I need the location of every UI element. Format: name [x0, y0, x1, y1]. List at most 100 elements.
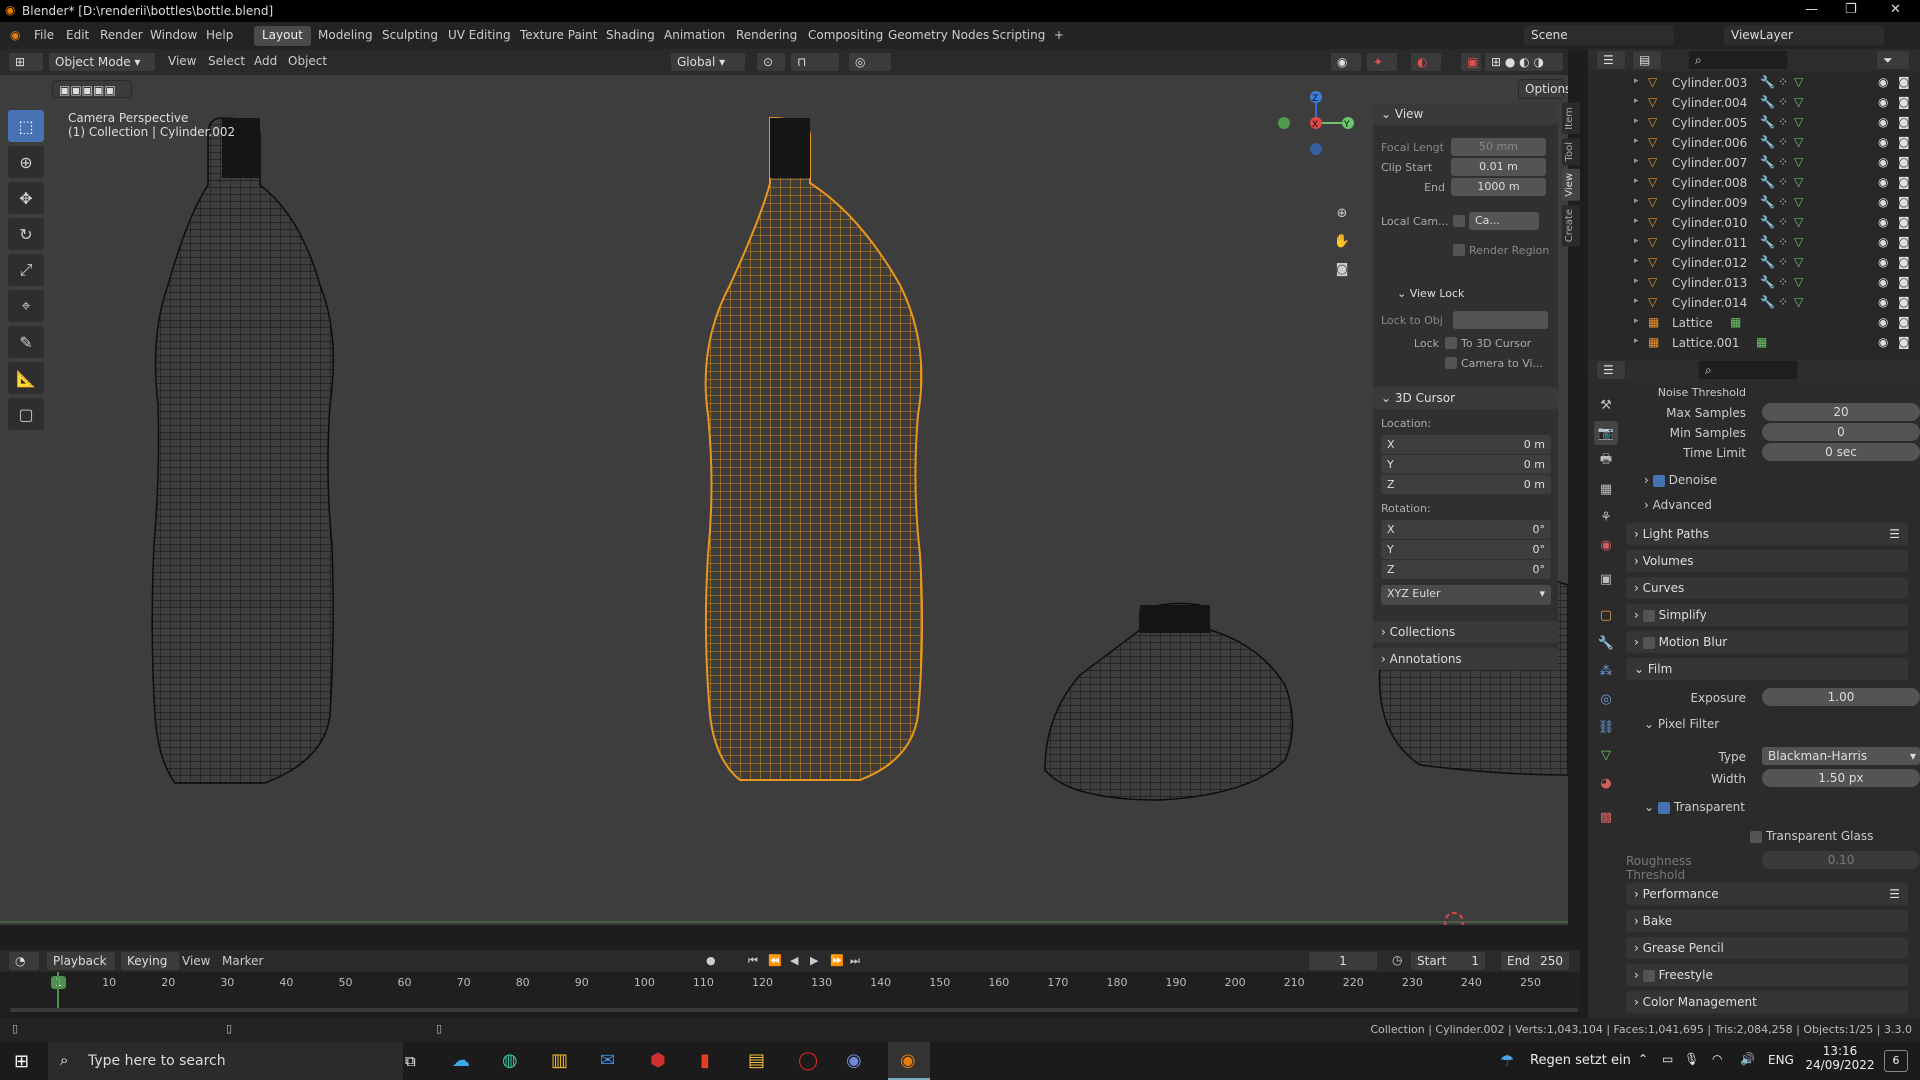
menu-help[interactable]: Help [206, 28, 233, 42]
outliner-item-label[interactable]: Cylinder.013 [1672, 276, 1747, 290]
render-camera-icon[interactable]: ◙ [1898, 335, 1910, 349]
rotate-tool-icon[interactable]: ↻ [8, 218, 44, 250]
group-icon[interactable]: ⁘ [1778, 115, 1788, 129]
outliner-item-label[interactable]: Cylinder.014 [1672, 296, 1747, 310]
properties-search-icon[interactable]: ⌕ [1698, 360, 1798, 380]
current-frame-field[interactable]: 1 [1308, 951, 1378, 971]
modifier-wrench-icon[interactable]: 🔧 [1760, 235, 1775, 249]
collections-panel-header[interactable]: › Collections [1373, 621, 1558, 643]
network-icon[interactable]: ▭ [1662, 1052, 1673, 1066]
3d-viewport[interactable]: Z Y X Camera Perspective (1) Collection … [0, 75, 1568, 925]
jump-start-icon[interactable]: ⏮ [748, 954, 758, 968]
menu-window[interactable]: Window [150, 28, 197, 42]
tab-shading[interactable]: Shading [598, 26, 663, 46]
scene-props-icon[interactable]: ⚘ [1594, 505, 1618, 529]
render-camera-icon[interactable]: ◙ [1898, 215, 1910, 229]
annotate-tool-icon[interactable]: ✎ [8, 326, 44, 358]
tab-layout[interactable]: Layout [254, 26, 311, 46]
tab-texture-paint[interactable]: Texture Paint [512, 26, 605, 46]
transform-orientation-selector[interactable]: Global ▾ [670, 52, 746, 72]
render-props-icon[interactable]: 📷 [1594, 421, 1618, 445]
editor-type-icon[interactable]: ⊞ [8, 52, 44, 72]
tray-chevron-icon[interactable]: ⌃ [1638, 1052, 1648, 1066]
visibility-eye-icon[interactable]: ◉ [1878, 215, 1888, 229]
loc-z-field[interactable]: 0 m [1524, 478, 1545, 491]
maximize-icon[interactable]: ❐ [1845, 2, 1857, 17]
timeline[interactable]: 1102030405060708090100110120130140150160… [0, 972, 1580, 1012]
tab-item[interactable]: Item [1562, 103, 1580, 134]
prev-key-icon[interactable]: ⏪ [768, 954, 782, 967]
group-icon[interactable]: ⁘ [1778, 255, 1788, 269]
play-reverse-icon[interactable]: ◀ [790, 954, 798, 967]
scene-selector[interactable]: Scene [1524, 25, 1674, 45]
group-icon[interactable]: ⁘ [1778, 135, 1788, 149]
roughness-field[interactable]: 0.10 [1762, 851, 1920, 869]
outliner-search-icon[interactable]: ⌕ [1688, 50, 1788, 70]
modifier-wrench-icon[interactable]: 🔧 [1760, 255, 1775, 269]
visibility-eye-icon[interactable]: ◉ [1878, 275, 1888, 289]
viewport-menu-select[interactable]: Select [208, 54, 245, 68]
3d-cursor-panel-header[interactable]: ⌄ 3D Cursor [1373, 387, 1558, 409]
world-props-icon[interactable]: ◉ [1594, 533, 1618, 557]
time-limit-field[interactable]: 0 sec [1762, 443, 1920, 461]
visibility-eye-icon[interactable]: ◉ [1878, 235, 1888, 249]
menu-render[interactable]: Render [100, 28, 143, 42]
transparent-checkbox[interactable] [1657, 801, 1670, 814]
render-camera-icon[interactable]: ◙ [1898, 195, 1910, 209]
timeline-view-menu[interactable]: View [182, 954, 210, 968]
end-frame-field[interactable]: End 250 [1500, 951, 1570, 971]
clock-icon[interactable]: ◷ [1392, 953, 1402, 967]
volume-icon[interactable]: 🔊 [1740, 1052, 1755, 1066]
store-app-icon[interactable]: ▥ [551, 1050, 568, 1071]
clip-end-field[interactable]: 1000 m [1451, 178, 1546, 196]
loc-y-field[interactable]: 0 m [1524, 458, 1545, 471]
modifier-props-icon[interactable]: 🔧 [1594, 631, 1618, 655]
menu-edit[interactable]: Edit [66, 28, 89, 42]
visibility-eye-icon[interactable]: ◉ [1878, 75, 1888, 89]
wifi-icon[interactable]: ◠ [1712, 1052, 1722, 1066]
mode-selector[interactable]: Object Mode ▾ [48, 52, 156, 72]
blender-taskbar-button[interactable]: ◉ [888, 1042, 930, 1080]
simplify-checkbox[interactable] [1642, 609, 1655, 622]
shading-mode-icon[interactable]: ⊞ ● ◐ ◑ [1484, 52, 1564, 72]
timeline-editor-icon[interactable]: ◔ [8, 951, 40, 971]
timeline-marker-menu[interactable]: Marker [222, 954, 263, 968]
outliner-item-label[interactable]: Cylinder.009 [1672, 196, 1747, 210]
view-layer-selector[interactable]: ViewLayer [1724, 25, 1884, 45]
outliner-item[interactable]: ▸ ▽ Cylinder.011 🔧 ⁘ ▽ ◉ ◙ [1588, 233, 1920, 253]
timeline-scrollbar[interactable] [10, 1008, 1578, 1012]
tab-geometry-nodes[interactable]: Geometry Nodes [880, 26, 997, 46]
options-button[interactable]: Options [1518, 79, 1568, 99]
material-props-icon[interactable]: ◕ [1594, 771, 1618, 795]
color-management-section[interactable]: › Color Management [1626, 991, 1908, 1013]
outliner-item-label[interactable]: Cylinder.006 [1672, 136, 1747, 150]
explorer-app-icon[interactable]: ▤ [748, 1050, 765, 1071]
office-app-icon[interactable]: ▮ [700, 1050, 710, 1071]
selection-box-icon[interactable]: ▣▣▣▣▣ [52, 80, 132, 98]
next-key-icon[interactable]: ⏩ [830, 954, 844, 967]
advanced-row[interactable]: › Advanced [1644, 498, 1920, 518]
bake-section[interactable]: › Bake [1626, 910, 1908, 932]
exposure-field[interactable]: 1.00 [1762, 688, 1920, 706]
visibility-eye-icon[interactable]: ◉ [1878, 155, 1888, 169]
expand-arrow-icon[interactable]: ▸ [1634, 136, 1639, 146]
group-icon[interactable]: ⁘ [1778, 275, 1788, 289]
expand-arrow-icon[interactable]: ▸ [1634, 336, 1639, 346]
group-icon[interactable]: ⁘ [1778, 175, 1788, 189]
visibility-eye-icon[interactable]: ◉ [1878, 115, 1888, 129]
viewport-menu-add[interactable]: Add [254, 54, 277, 68]
expand-arrow-icon[interactable]: ▸ [1634, 276, 1639, 286]
collection-props-icon[interactable]: ▣ [1594, 567, 1618, 591]
tab-tool[interactable]: Tool [1562, 137, 1580, 166]
view-lock-subheader[interactable]: ⌄ View Lock [1397, 287, 1464, 300]
clock[interactable]: 13:16 24/09/2022 [1800, 1044, 1880, 1072]
render-region-checkbox[interactable] [1453, 244, 1465, 256]
view-layer-props-icon[interactable]: ▦ [1594, 477, 1618, 501]
rot-y-field[interactable]: 0° [1533, 543, 1546, 556]
film-section[interactable]: ⌄ Film [1626, 658, 1908, 680]
outliner-item[interactable]: ▸ ▽ Cylinder.013 🔧 ⁘ ▽ ◉ ◙ [1588, 273, 1920, 293]
rot-x-field[interactable]: 0° [1533, 523, 1546, 536]
outliner-item[interactable]: ▸ ▽ Cylinder.004 🔧 ⁘ ▽ ◉ ◙ [1588, 93, 1920, 113]
mail-app-icon[interactable]: ✉ [600, 1050, 615, 1071]
constraints-props-icon[interactable]: ⛓ [1594, 715, 1618, 739]
